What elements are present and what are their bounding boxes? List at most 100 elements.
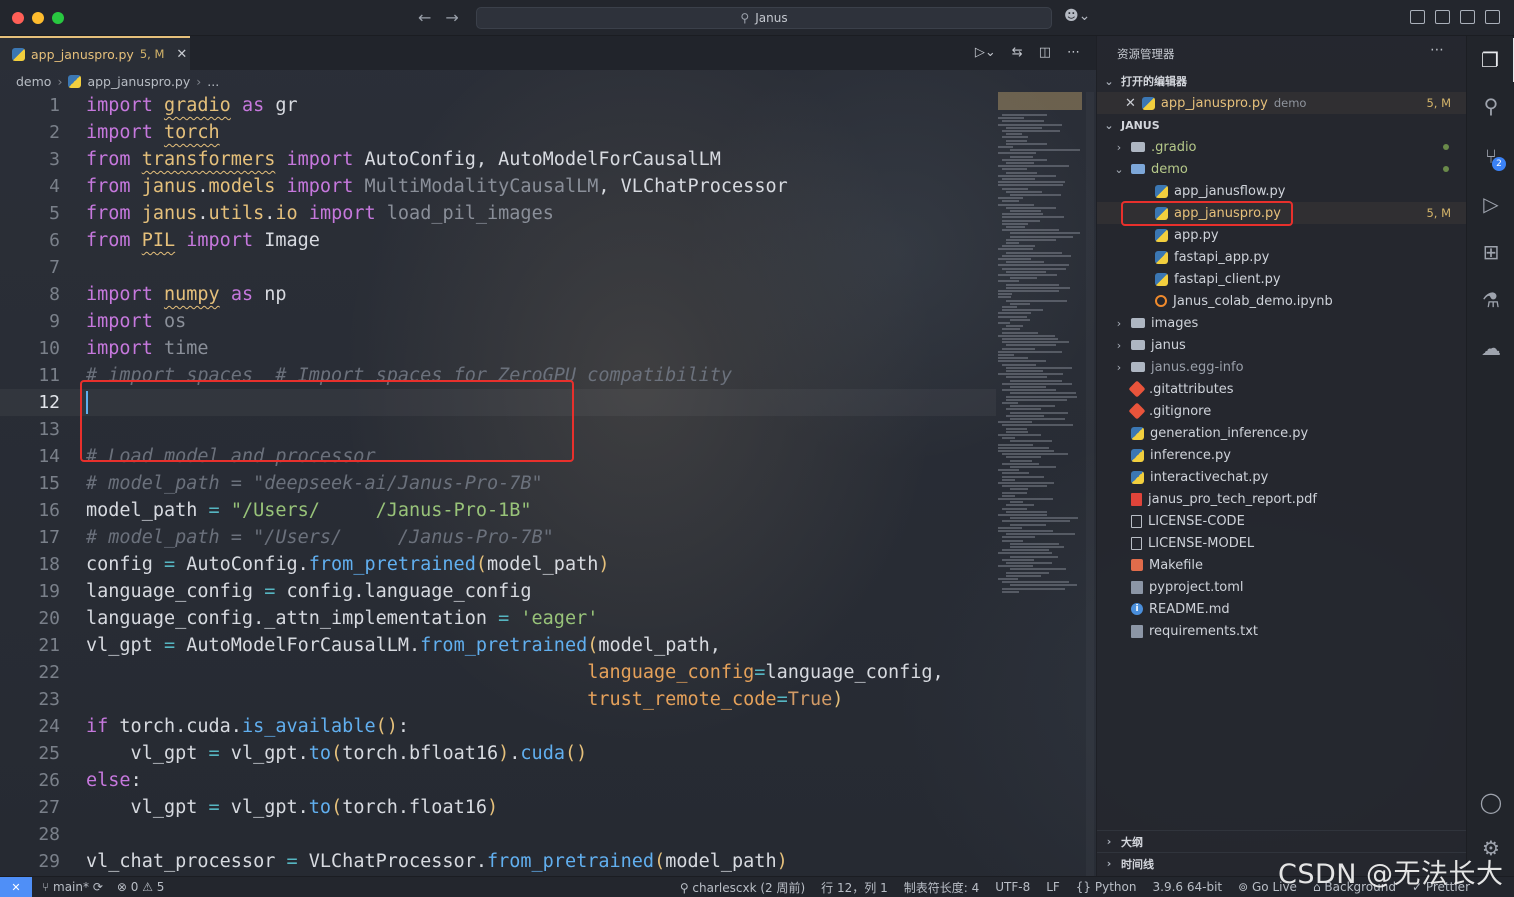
interpreter-status[interactable]: 3.9.6 64-bit bbox=[1153, 880, 1223, 894]
extensions-icon[interactable]: ⊞ bbox=[1467, 230, 1514, 274]
indentation-status[interactable]: 制表符长度: 4 bbox=[904, 879, 980, 896]
code-line[interactable]: 16 model_path = "/Users/ /Janus-Pro-1B" bbox=[0, 497, 996, 524]
toggle-secondary-sidebar-icon[interactable] bbox=[1485, 10, 1500, 24]
tree-item[interactable]: app_janusflow.py bbox=[1097, 180, 1467, 202]
code-line[interactable]: 4 from janus.models import MultiModalityC… bbox=[0, 173, 996, 200]
remote-indicator-icon[interactable]: ✕ bbox=[0, 876, 32, 897]
explorer-icon[interactable]: ❐ bbox=[1467, 38, 1514, 82]
run-debug-icon[interactable]: ▷ bbox=[1467, 182, 1514, 226]
split-editor-icon[interactable]: ◫ bbox=[1039, 45, 1051, 60]
tree-item[interactable]: janus_pro_tech_report.pdf bbox=[1097, 488, 1467, 510]
tree-item[interactable]: inference.py bbox=[1097, 444, 1467, 466]
tree-item[interactable]: pyproject.toml bbox=[1097, 576, 1467, 598]
close-tab-icon[interactable]: ✕ bbox=[176, 47, 187, 62]
code-line[interactable]: 3 from transformers import AutoConfig, Au… bbox=[0, 146, 996, 173]
editor-scrollbar[interactable] bbox=[1086, 92, 1094, 876]
open-editors-section[interactable]: ⌄ 打开的编辑器 bbox=[1097, 70, 1467, 92]
code-line[interactable]: 27 vl_gpt = vl_gpt.to(torch.float16) bbox=[0, 794, 996, 821]
breadcrumb-file[interactable]: app_januspro.py bbox=[87, 74, 190, 89]
tree-item[interactable]: interactivechat.py bbox=[1097, 466, 1467, 488]
account-icon[interactable]: ◯ bbox=[1467, 780, 1514, 824]
code-line[interactable]: 10 import time bbox=[0, 335, 996, 362]
branch-status[interactable]: ⑂ main* ⟳ bbox=[42, 880, 103, 894]
problems-status[interactable]: ⊗ 0 ⚠ 5 bbox=[117, 880, 165, 894]
breadcrumb-folder[interactable]: demo bbox=[16, 74, 51, 89]
tree-item[interactable]: app.py bbox=[1097, 224, 1467, 246]
line-number: 19 bbox=[38, 581, 60, 602]
code-line[interactable]: 1 import gradio as gr bbox=[0, 92, 996, 119]
code-line[interactable]: 24 if torch.cuda.is_available(): bbox=[0, 713, 996, 740]
encoding-status[interactable]: UTF-8 bbox=[995, 880, 1030, 894]
copilot-icon[interactable]: ☻⌄ bbox=[1064, 8, 1090, 24]
tab-app-januspro[interactable]: app_januspro.py 5, M ✕ bbox=[0, 36, 190, 70]
tree-item[interactable]: › .gradio bbox=[1097, 136, 1467, 158]
tree-item[interactable]: Makefile bbox=[1097, 554, 1467, 576]
tree-item[interactable]: › janus.egg-info bbox=[1097, 356, 1467, 378]
minimize-window-button[interactable] bbox=[32, 12, 44, 24]
code-line[interactable]: 19 language_config = config.language_conf… bbox=[0, 578, 996, 605]
code-line[interactable]: 21 vl_gpt = AutoModelForCausalLM.from_pre… bbox=[0, 632, 996, 659]
search-icon[interactable]: ⚲ bbox=[1467, 84, 1514, 128]
tree-item[interactable]: .gitignore bbox=[1097, 400, 1467, 422]
tree-item[interactable]: fastapi_client.py bbox=[1097, 268, 1467, 290]
forward-arrow-icon[interactable]: → bbox=[445, 8, 458, 27]
git-blame-status[interactable]: ⚲ charlescxk (2 周前) bbox=[680, 879, 805, 896]
tree-item[interactable]: generation_inference.py bbox=[1097, 422, 1467, 444]
project-section[interactable]: ⌄ JANUS bbox=[1097, 114, 1467, 136]
tree-item[interactable]: LICENSE-CODE bbox=[1097, 510, 1467, 532]
minimap-slider[interactable] bbox=[998, 92, 1082, 110]
tree-item[interactable]: ⌄ demo bbox=[1097, 158, 1467, 180]
code-line[interactable]: 8 import numpy as np bbox=[0, 281, 996, 308]
code-token: = bbox=[776, 689, 788, 710]
docker-icon[interactable]: ☁ bbox=[1467, 326, 1514, 370]
close-window-button[interactable] bbox=[12, 12, 24, 24]
code-line[interactable]: 7 bbox=[0, 254, 996, 281]
code-line[interactable]: 28 bbox=[0, 821, 996, 848]
code-line[interactable]: 20 language_config._attn_implementation =… bbox=[0, 605, 996, 632]
code-line[interactable]: 29 vl_chat_processor = VLChatProcessor.fr… bbox=[0, 848, 996, 875]
tree-item[interactable]: i README.md bbox=[1097, 598, 1467, 620]
cursor-position[interactable]: 行 12，列 1 bbox=[821, 879, 888, 896]
maximize-window-button[interactable] bbox=[52, 12, 64, 24]
code-line[interactable]: 2 import torch bbox=[0, 119, 996, 146]
minimap-line bbox=[998, 280, 1019, 283]
tree-item[interactable]: › images bbox=[1097, 312, 1467, 334]
command-center-search[interactable]: ⚲ Janus bbox=[476, 7, 1052, 29]
tree-item[interactable]: LICENSE-MODEL bbox=[1097, 532, 1467, 554]
code-editor[interactable]: 1 import gradio as gr 2 import torch 3 from t… bbox=[0, 92, 996, 876]
code-line[interactable]: 9 import os bbox=[0, 308, 996, 335]
code-line[interactable]: 26 else: bbox=[0, 767, 996, 794]
eol-status[interactable]: LF bbox=[1046, 880, 1060, 894]
code-line[interactable]: 15 # model_path = "deepseek-ai/Janus-Pro-… bbox=[0, 470, 996, 497]
outline-section[interactable]: › 大纲 bbox=[1097, 830, 1467, 852]
tree-item[interactable]: requirements.txt bbox=[1097, 620, 1467, 642]
code-line[interactable]: 25 vl_gpt = vl_gpt.to(torch.bfloat16).cu… bbox=[0, 740, 996, 767]
customize-layout-icon[interactable] bbox=[1410, 10, 1425, 24]
minimap[interactable] bbox=[998, 92, 1084, 593]
code-line[interactable]: 22 language_config=language_config, bbox=[0, 659, 996, 686]
tree-item[interactable]: .gitattributes bbox=[1097, 378, 1467, 400]
toggle-primary-sidebar-icon[interactable] bbox=[1435, 10, 1450, 24]
compare-changes-icon[interactable]: ⇆ bbox=[1012, 45, 1023, 60]
tree-item[interactable]: › janus bbox=[1097, 334, 1467, 356]
more-actions-icon[interactable]: ⋯ bbox=[1067, 45, 1080, 60]
tree-item[interactable]: fastapi_app.py bbox=[1097, 246, 1467, 268]
source-control-icon[interactable]: ⑂ 2 bbox=[1467, 134, 1514, 178]
testing-icon[interactable]: ⚗ bbox=[1467, 278, 1514, 322]
breadcrumb-symbol[interactable]: ... bbox=[207, 74, 219, 89]
run-icon[interactable]: ▷⌄ bbox=[975, 45, 996, 60]
language-status[interactable]: {} Python bbox=[1076, 880, 1137, 894]
minimap-line bbox=[1010, 568, 1066, 571]
code-line[interactable]: 17 # model_path = "/Users/ /Janus-Pro-7B" bbox=[0, 524, 996, 551]
open-editor-item[interactable]: ✕ app_januspro.py demo 5, M bbox=[1097, 92, 1467, 114]
more-actions-icon[interactable]: ⋯ bbox=[1430, 42, 1444, 58]
code-line[interactable]: 23 trust_remote_code=True) bbox=[0, 686, 996, 713]
code-line[interactable]: 18 config = AutoConfig.from_pretrained(mo… bbox=[0, 551, 996, 578]
code-line[interactable]: 5 from janus.utils.io import load_pil_ima… bbox=[0, 200, 996, 227]
code-line[interactable]: 6 from PIL import Image bbox=[0, 227, 996, 254]
tree-item[interactable]: Janus_colab_demo.ipynb bbox=[1097, 290, 1467, 312]
warning-count: 5 bbox=[156, 880, 165, 894]
back-arrow-icon[interactable]: ← bbox=[418, 8, 431, 27]
close-icon[interactable]: ✕ bbox=[1125, 96, 1136, 111]
toggle-panel-icon[interactable] bbox=[1460, 10, 1475, 24]
